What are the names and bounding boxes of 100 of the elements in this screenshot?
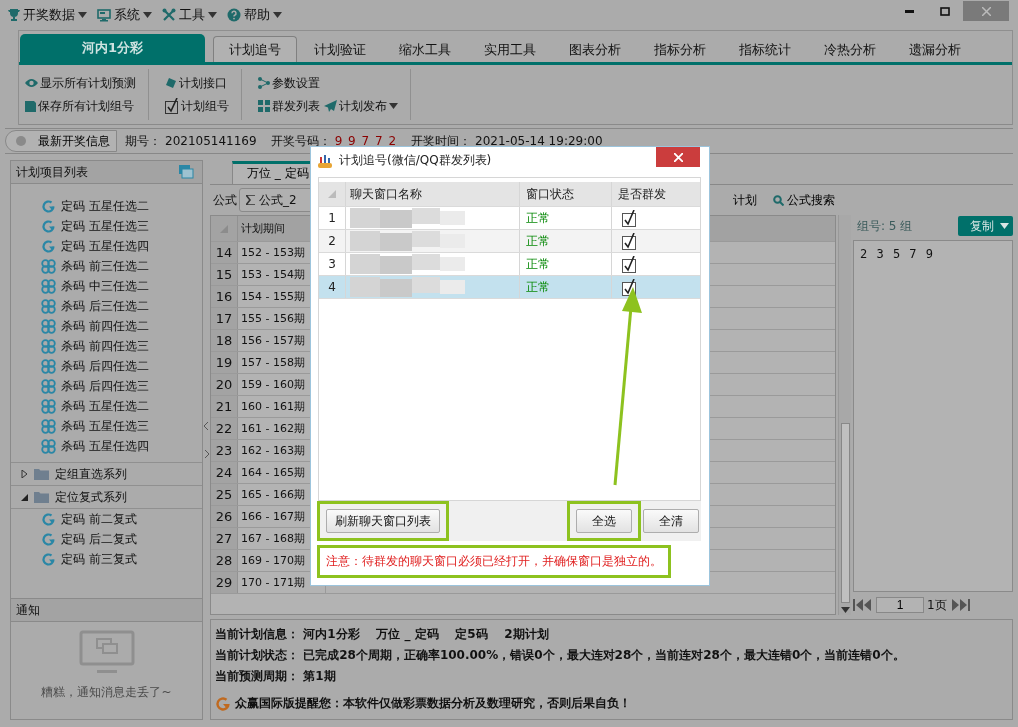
latest-draw-button[interactable]: 最新开奖信息 [5, 130, 117, 152]
status-cell: 正常 [520, 230, 612, 252]
toolbar-button[interactable]: 群发列表 [258, 96, 320, 116]
plug-icon [165, 77, 177, 89]
tree-item[interactable]: 杀码 后四任选三 [11, 376, 202, 396]
refresh-icon [41, 531, 56, 547]
tree-item[interactable]: 杀码 前三任选二 [11, 256, 202, 276]
lottery-tab[interactable]: 河内1分彩 [20, 34, 205, 62]
select-all-button[interactable]: 全选 [576, 509, 632, 533]
checkbox-icon [165, 98, 179, 114]
toolbar-button[interactable]: 显示所有计划预测 [25, 73, 136, 93]
column-header: 是否群发 [617, 185, 667, 203]
close-icon [981, 6, 991, 16]
tree-item[interactable]: 定码 后二复式 [11, 529, 202, 549]
table-row[interactable]: 4 正常 [319, 276, 700, 299]
table-row[interactable]: 2 正常 [319, 230, 700, 253]
knot-icon [41, 358, 56, 374]
knot-icon [41, 338, 56, 354]
tab[interactable]: 图表分析 [553, 36, 637, 62]
row-number: 23 [211, 440, 238, 461]
tab[interactable]: 指标统计 [723, 36, 807, 62]
page-field[interactable]: 1 [876, 597, 924, 613]
last-page-icon[interactable] [949, 599, 970, 611]
page-count: 1页 [927, 596, 947, 614]
logo-icon [215, 695, 231, 712]
tree-item[interactable]: 杀码 前四任选二 [11, 316, 202, 336]
toolbar-button[interactable]: 计划发布 [324, 96, 398, 116]
tree-item[interactable]: 定码 前三复式 [11, 549, 202, 569]
folder-icon [34, 491, 49, 503]
empty-message: 糟糕，通知消息走丢了~ [41, 684, 172, 701]
tree-item[interactable]: 杀码 五星任选四 [11, 436, 202, 456]
monitor-icon [97, 8, 111, 22]
copy-button[interactable]: 复制 [958, 216, 1013, 236]
menu-item[interactable]: 工具 [158, 6, 221, 24]
refresh-icon [41, 551, 56, 567]
toolbar-button[interactable]: 参数设置 [258, 73, 320, 93]
tree-item[interactable]: 杀码 五星任选三 [11, 416, 202, 436]
refresh-button[interactable]: 刷新聊天窗口列表 [326, 509, 440, 533]
collapsed-caret-icon[interactable] [21, 470, 28, 478]
checkbox[interactable] [622, 232, 637, 250]
toolbar-button[interactable]: 计划组号 [165, 96, 229, 116]
tree-item[interactable]: 杀码 后三任选二 [11, 296, 202, 316]
expand-right-icon[interactable] [204, 450, 209, 458]
scroll-down-icon [840, 607, 850, 613]
tree-item[interactable]: 定码 五星任选二 [11, 196, 202, 216]
tab[interactable]: 遗漏分析 [893, 36, 977, 62]
nodes-icon [258, 77, 270, 89]
column-header: 聊天窗口名称 [346, 182, 520, 206]
menu-item[interactable]: 系统 [93, 6, 156, 24]
help-icon [227, 8, 241, 22]
summary-line: 当前计划状态： 已完成28个周期，正确率100.00%，错误0个，最大连对28个，当前连对28个，最大连错0个，当前连错0个。 [215, 647, 906, 664]
tree-group[interactable]: 定位复式系列 [11, 485, 202, 509]
checkbox[interactable] [622, 255, 637, 273]
tools-icon [162, 8, 176, 22]
grid-icon [258, 100, 270, 112]
tree-item[interactable]: 杀码 后四任选二 [11, 356, 202, 376]
caret-icon [273, 12, 282, 18]
tree-group[interactable]: 定组直选系列 [11, 462, 202, 486]
minimize-icon [904, 9, 914, 13]
numbers-box[interactable]: 2 3 5 7 9 [853, 240, 1013, 592]
first-page-icon[interactable] [853, 599, 873, 611]
tab[interactable]: 实用工具 [468, 36, 552, 62]
checkbox[interactable] [622, 209, 637, 227]
row-number: 1 [319, 207, 346, 229]
tab[interactable]: 指标分析 [638, 36, 722, 62]
toolbar-button[interactable]: 保存所有计划组号 [25, 96, 134, 116]
formula-search-button[interactable]: 公式搜索 [773, 191, 835, 209]
tree-item[interactable]: 杀码 五星任选二 [11, 396, 202, 416]
row-number: 27 [211, 528, 238, 549]
search-icon [773, 194, 784, 206]
draw-time: 2021-05-14 19:29:00 [475, 134, 603, 148]
refresh-icon [41, 218, 56, 234]
plan-button[interactable]: 计划 [733, 191, 757, 209]
row-number: 25 [211, 484, 238, 505]
close-button[interactable] [656, 147, 700, 167]
clear-all-button[interactable]: 全清 [643, 509, 699, 533]
tree-item[interactable]: 杀码 中三任选二 [11, 276, 202, 296]
tree-item[interactable]: 定码 前二复式 [11, 509, 202, 529]
menu-item[interactable]: 开奖数据 [4, 6, 91, 24]
menu-item[interactable]: 帮助 [223, 6, 286, 24]
caret-icon [1000, 223, 1009, 229]
row-number: 2 [319, 230, 346, 252]
tree-item[interactable]: 杀码 前四任选三 [11, 336, 202, 356]
column-header: 窗口状态 [520, 182, 612, 206]
collapse-left-icon[interactable] [204, 422, 209, 430]
eye-icon [25, 78, 38, 88]
tab[interactable]: 计划追号 [213, 36, 297, 62]
issue-number: 202105141169 [165, 134, 257, 148]
tree-item[interactable]: 定码 五星任选三 [11, 216, 202, 236]
issue-label: 期号： [125, 132, 161, 150]
expanded-caret-icon[interactable] [21, 493, 28, 501]
toolbar-button[interactable]: 计划接口 [165, 73, 227, 93]
knot-icon [41, 418, 56, 434]
tab[interactable]: 缩水工具 [383, 36, 467, 62]
knot-icon [41, 398, 56, 414]
tree-item[interactable]: 定码 五星任选四 [11, 236, 202, 256]
group-count: 组号: 5 组 [857, 217, 913, 235]
refresh-icon [41, 511, 56, 527]
tab[interactable]: 计划验证 [298, 36, 382, 62]
tab[interactable]: 冷热分析 [808, 36, 892, 62]
